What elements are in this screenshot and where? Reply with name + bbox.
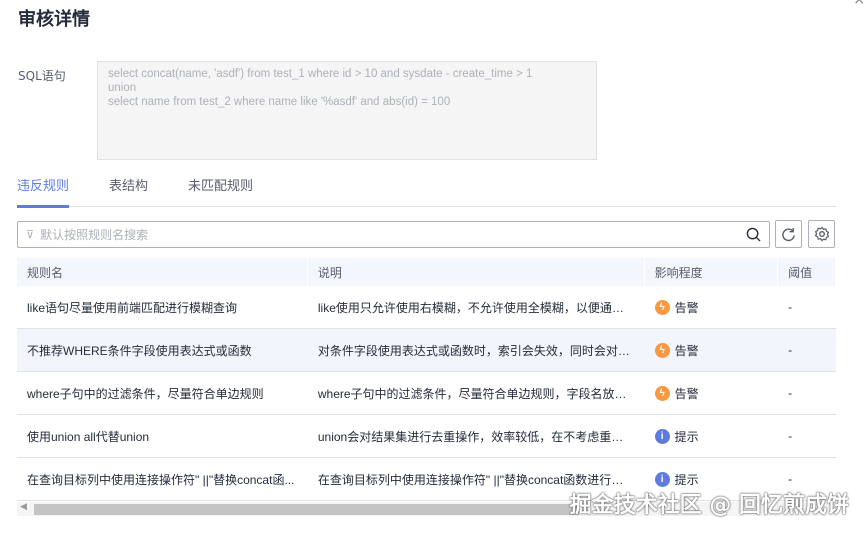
rule-name: 不推荐WHERE条件字段使用表达式或函数	[27, 343, 252, 358]
tab-unmatched-rules[interactable]: 未匹配规则	[188, 176, 253, 207]
settings-button[interactable]	[808, 220, 835, 248]
rule-description: 对条件字段使用表达式或函数时，索引会失效，同时会对每...	[317, 343, 640, 358]
filter-icon: ⊽	[26, 228, 35, 241]
sql-label: SQL语句	[18, 69, 66, 83]
info-icon: i	[654, 471, 670, 487]
impact-level: ϟ 告警	[645, 385, 778, 402]
lightning-icon: ϟ	[654, 299, 670, 315]
header-threshold[interactable]: 阈值	[778, 258, 836, 286]
impact-label: 提示	[674, 429, 699, 444]
threshold: -	[788, 429, 793, 443]
impact-label: 告警	[674, 386, 699, 401]
search-icon[interactable]	[746, 227, 761, 242]
table-row[interactable]: 不推荐WHERE条件字段使用表达式或函数 对条件字段使用表达式或函数时，索引会失…	[17, 329, 836, 372]
impact-label: 提示	[674, 472, 699, 487]
scrollbar-thumb[interactable]	[34, 504, 579, 515]
threshold: -	[788, 386, 793, 400]
header-impact[interactable]: 影响程度	[645, 258, 779, 286]
threshold: -	[788, 343, 793, 357]
rule-name: 使用union all代替union	[27, 429, 150, 444]
search-input[interactable]	[40, 227, 746, 242]
scroll-left-icon[interactable]: ◀	[20, 502, 27, 512]
impact-label: 告警	[674, 343, 699, 358]
rules-table: 规则名 说明 影响程度 阈值 like语句尽量使用前端匹配进行模糊查询 like…	[17, 258, 836, 501]
impact-level: i 提示	[645, 428, 778, 445]
impact-level: ϟ 告警	[645, 342, 778, 359]
info-icon: i	[654, 428, 670, 444]
lightning-icon: ϟ	[654, 342, 670, 358]
close-icon[interactable]: ×	[853, 0, 865, 8]
threshold: -	[788, 472, 793, 486]
search-box: ⊽	[17, 221, 770, 248]
header-rule-name[interactable]: 规则名	[17, 258, 308, 286]
threshold: -	[788, 300, 793, 314]
table-row[interactable]: 使用union all代替union union会对结果集进行去重操作，效率较低…	[17, 415, 836, 458]
impact-level: i 提示	[645, 471, 778, 488]
tab-violated-rules[interactable]: 违反规则	[17, 176, 70, 208]
rule-description: union会对结果集进行去重操作，效率较低，在不考虑重复值...	[317, 429, 645, 444]
impact-label: 告警	[674, 300, 699, 315]
watermark: 掘金技术社区 @ 回忆煎成饼	[569, 493, 849, 518]
rule-name: like语句尽量使用前端匹配进行模糊查询	[27, 300, 238, 315]
rule-name: 在查询目标列中使用连接操作符" ||"替换concat函...	[27, 472, 295, 487]
table-row[interactable]: where子句中的过滤条件，尽量符合单边规则 where子句中的过滤条件，尽量符…	[17, 372, 836, 415]
rule-name: where子句中的过滤条件，尽量符合单边规则	[27, 386, 264, 401]
impact-level: ϟ 告警	[645, 299, 778, 316]
rule-description: where子句中的过滤条件，尽量符合单边规则，字段名放在比...	[317, 386, 645, 401]
rule-description: 在查询目标列中使用连接操作符" ||"替换concat函数进行字符...	[317, 472, 645, 487]
dialog-title: 审核详情	[18, 9, 90, 30]
sql-textarea[interactable]: select concat(name, 'asdf') from test_1 …	[97, 61, 597, 160]
tab-bar: 违反规则 表结构 未匹配规则	[17, 176, 836, 208]
rule-description: like使用只允许使用右模糊，不允许使用全模糊，以便通过索...	[317, 300, 645, 315]
table-header: 规则名 说明 影响程度 阈值	[17, 258, 836, 286]
refresh-icon	[782, 227, 795, 241]
table-row[interactable]: like语句尽量使用前端匹配进行模糊查询 like使用只允许使用右模糊，不允许使…	[17, 286, 836, 329]
refresh-button[interactable]	[775, 220, 802, 248]
tab-table-structure[interactable]: 表结构	[109, 176, 148, 207]
header-description[interactable]: 说明	[308, 258, 645, 286]
gear-icon	[814, 226, 829, 242]
lightning-icon: ϟ	[654, 385, 670, 401]
